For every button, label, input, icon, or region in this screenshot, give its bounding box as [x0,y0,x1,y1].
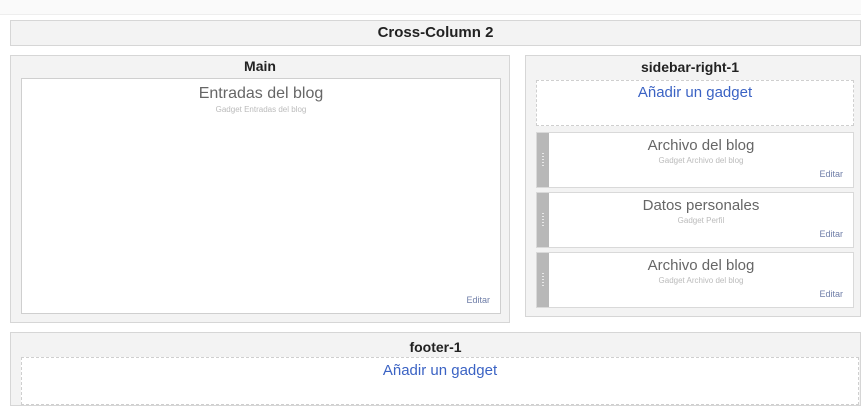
sidebar-right-section: sidebar-right-1 Añadir un gadget Archivo… [525,55,861,317]
drag-handle[interactable] [537,133,549,187]
cross-column-title: Cross-Column 2 [377,24,494,41]
blog-posts-gadget: Entradas del blog Gadget Entradas del bl… [21,78,501,314]
gadget-card[interactable]: Archivo del blog Gadget Archivo del blog… [536,132,854,188]
add-gadget-link[interactable]: Añadir un gadget [21,357,859,405]
gadget-card[interactable]: Datos personales Gadget Perfil Editar [536,192,854,248]
gadget-title: Datos personales [642,197,760,214]
gadget-card[interactable]: Archivo del blog Gadget Archivo del blog… [536,252,854,308]
footer-section: footer-1 Añadir un gadget [10,332,861,406]
top-band [0,0,861,15]
gadget-title: Archivo del blog [647,257,755,274]
drag-handle[interactable] [537,193,549,247]
edit-link[interactable]: Editar [819,229,843,239]
cross-column-section: Cross-Column 2 [10,20,861,46]
gadget-title: Entradas del blog [198,85,324,102]
grip-icon [542,153,544,167]
gadget-subtitle: Gadget Archivo del blog [658,276,744,285]
grip-icon [542,213,544,227]
edit-link[interactable]: Editar [819,289,843,299]
footer-title: footer-1 [409,339,462,355]
edit-link[interactable]: Editar [819,169,843,179]
edit-link[interactable]: Editar [466,295,490,305]
gadget-subtitle: Gadget Archivo del blog [658,156,744,165]
main-title: Main [244,58,276,74]
grip-icon [542,273,544,287]
gadget-subtitle: Gadget Entradas del blog [215,105,307,114]
add-gadget-link[interactable]: Añadir un gadget [536,80,854,126]
sidebar-title: sidebar-right-1 [640,59,739,75]
gadget-subtitle: Gadget Perfil [677,216,725,225]
drag-handle[interactable] [537,253,549,307]
gadget-title: Archivo del blog [647,137,755,154]
main-section: Main Entradas del blog Gadget Entradas d… [10,55,510,323]
